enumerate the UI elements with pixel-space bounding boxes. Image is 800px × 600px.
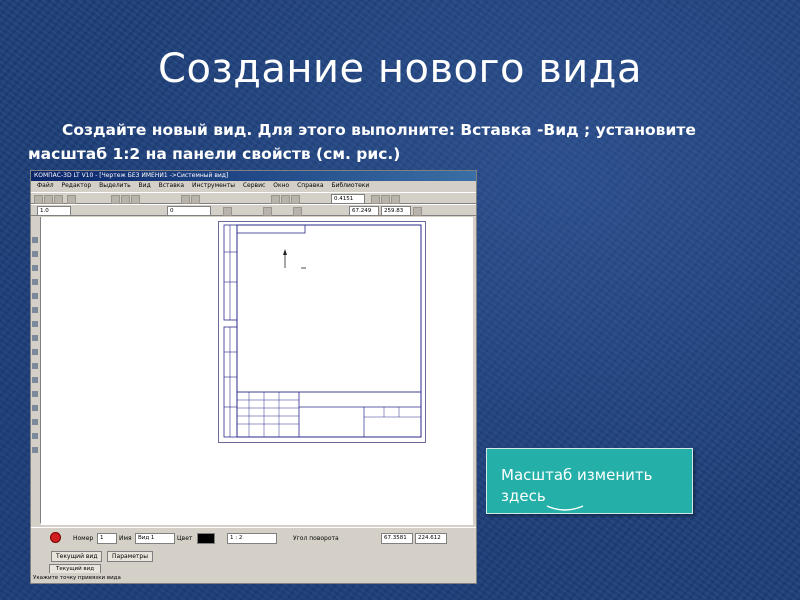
menu-insert[interactable]: Вставка: [159, 182, 184, 189]
slide-title: Создание нового вида: [158, 46, 642, 92]
menu-libraries[interactable]: Библиотеки: [331, 182, 369, 189]
tab-current-view[interactable]: Текущий вид: [51, 551, 103, 562]
measure-tool-icon[interactable]: [32, 307, 38, 313]
compact-tool-panel: [31, 217, 41, 523]
print-icon[interactable]: [67, 195, 76, 204]
snap-icon[interactable]: [413, 207, 422, 216]
cut-icon[interactable]: [111, 195, 120, 204]
tab-parameters[interactable]: Параметры: [107, 551, 153, 562]
menu-bar: Файл Редактор Выделить Вид Вставка Инстр…: [31, 181, 476, 191]
properties-bar: Номер 1 Имя Вид 1 Цвет 1 : 2 Угол поворо…: [31, 527, 476, 550]
zoom-window-icon[interactable]: [291, 195, 300, 204]
standard-toolbar: 0.4151: [31, 192, 476, 204]
menu-file[interactable]: Файл: [37, 182, 54, 189]
view-name-field[interactable]: Вид 1: [135, 533, 175, 544]
window-title: КОМПАС-3D LT V10 - [Чертеж БЕЗ ИМЕНИ1 ->…: [34, 172, 229, 179]
view-tool-icon[interactable]: [32, 405, 38, 411]
menu-edit[interactable]: Редактор: [62, 182, 92, 189]
geometry-tool-icon[interactable]: [32, 237, 38, 243]
status-bar: Укажите точку привязки вида: [31, 573, 476, 583]
zoom-out-icon[interactable]: [281, 195, 290, 204]
copy-icon[interactable]: [121, 195, 130, 204]
cursor-x-field[interactable]: 67.249: [349, 206, 379, 216]
callout-pointer: [546, 505, 584, 511]
inner-frame: [236, 224, 422, 438]
menu-help[interactable]: Справка: [297, 182, 323, 189]
text-tool-icon[interactable]: [32, 433, 38, 439]
scale-select[interactable]: 1.0: [37, 206, 71, 216]
symbols-tool-icon[interactable]: [32, 265, 38, 271]
view-scale-field[interactable]: 1 : 2: [227, 533, 277, 544]
drawing-canvas[interactable]: [41, 217, 473, 525]
select-tool-icon[interactable]: [32, 321, 38, 327]
menu-window[interactable]: Окно: [273, 182, 289, 189]
ortho-icon[interactable]: [293, 207, 302, 216]
table-tool-icon[interactable]: [32, 447, 38, 453]
view-name-label: Имя: [119, 535, 132, 542]
stop-command-icon[interactable]: [50, 532, 61, 543]
top-left-stamp: [236, 224, 306, 234]
macro-tool-icon[interactable]: [32, 377, 38, 383]
view-color-swatch[interactable]: [197, 533, 215, 544]
menu-select[interactable]: Выделить: [99, 182, 130, 189]
dimension-tool-icon[interactable]: [32, 251, 38, 257]
layers-tool-icon[interactable]: [32, 391, 38, 397]
hatch-tool-icon[interactable]: [32, 419, 38, 425]
report-tool-icon[interactable]: [32, 349, 38, 355]
redo-icon[interactable]: [191, 195, 200, 204]
save-file-icon[interactable]: [54, 195, 63, 204]
zoom-value-field[interactable]: 0.4151: [331, 194, 365, 204]
edit-tool-icon[interactable]: [32, 279, 38, 285]
callout-text: Масштаб изменить здесь: [501, 466, 653, 505]
view-number-field[interactable]: 1: [97, 533, 117, 544]
menu-view[interactable]: Вид: [139, 182, 151, 189]
properties-tab-bar: Текущий вид Параметры: [31, 550, 476, 562]
menu-tools[interactable]: Инструменты: [192, 182, 235, 189]
rotation-angle-label: Угол поворота: [293, 535, 339, 542]
window-title-bar: КОМПАС-3D LT V10 - [Чертеж БЕЗ ИМЕНИ1 ->…: [31, 171, 476, 181]
view-number-label: Номер: [73, 535, 94, 542]
grid-icon[interactable]: [263, 207, 272, 216]
scale-callout: Масштаб изменить здесь: [486, 448, 693, 514]
open-file-icon[interactable]: [44, 195, 53, 204]
undo-icon[interactable]: [181, 195, 190, 204]
left-lower-stamp: [223, 326, 238, 438]
style-icon[interactable]: [223, 207, 232, 216]
new-file-icon[interactable]: [34, 195, 43, 204]
view-x-field[interactable]: 67.3581: [381, 533, 413, 544]
kompas-app-window: КОМПАС-3D LT V10 - [Чертеж БЕЗ ИМЕНИ1 ->…: [30, 170, 477, 584]
view-color-label: Цвет: [177, 535, 193, 542]
current-state-toolbar: 1.0 0 67.249 259.83: [31, 204, 476, 216]
drawing-sheet: [218, 221, 426, 443]
pan-icon[interactable]: [371, 195, 380, 204]
insert-tool-icon[interactable]: [32, 363, 38, 369]
measure-icon[interactable]: [391, 195, 400, 204]
view-y-field[interactable]: 224.612: [415, 533, 447, 544]
drawing-frame: [223, 224, 422, 438]
title-block: [236, 391, 422, 438]
layer-select[interactable]: 0: [167, 206, 211, 216]
slide-instructions: Создайте новый вид. Для этого выполните:…: [28, 121, 696, 163]
menu-service[interactable]: Сервис: [243, 182, 265, 189]
cursor-y-field[interactable]: 259.83: [381, 206, 411, 216]
refresh-icon[interactable]: [381, 195, 390, 204]
paste-icon[interactable]: [131, 195, 140, 204]
parametrization-tool-icon[interactable]: [32, 293, 38, 299]
zoom-in-icon[interactable]: [271, 195, 280, 204]
spec-tool-icon[interactable]: [32, 335, 38, 341]
left-margin-stamp: [223, 224, 238, 321]
